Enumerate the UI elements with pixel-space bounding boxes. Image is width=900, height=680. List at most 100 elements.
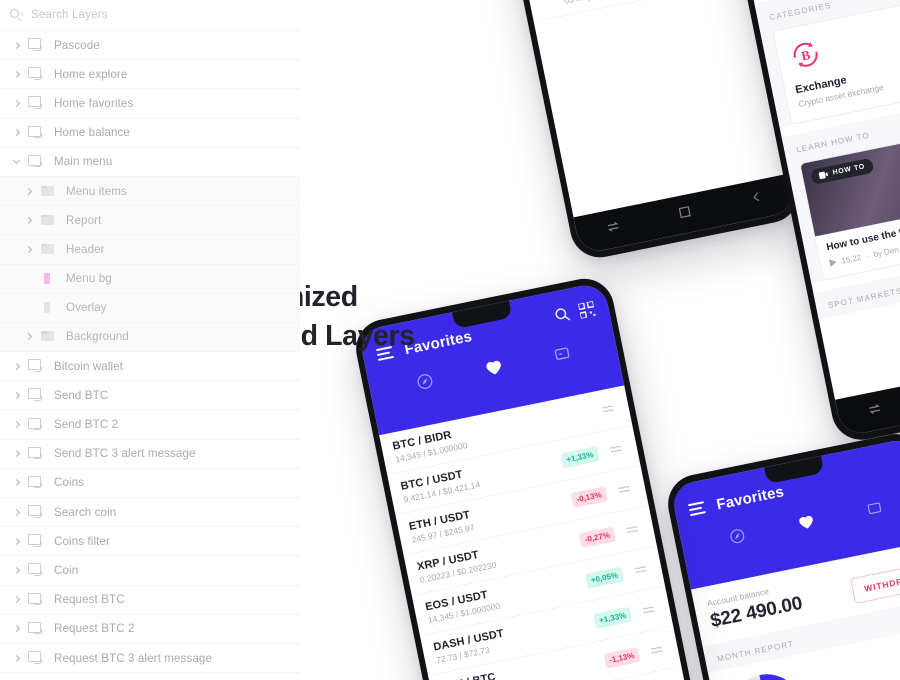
layer-row[interactable]: Send BTC 3 alert message (0, 439, 300, 469)
layer-row[interactable]: Home explore (0, 60, 300, 90)
play-small-icon (828, 259, 837, 268)
layer-row[interactable]: Background (0, 322, 300, 353)
chevron-right-icon[interactable] (6, 625, 26, 633)
chevron-right-icon[interactable] (6, 654, 26, 662)
layer-row[interactable]: Coin (0, 556, 300, 586)
layer-label: Home favorites (54, 96, 134, 110)
withdraw-button[interactable]: WITHDRAW (850, 562, 900, 605)
balance-screen-title: Favorites (714, 482, 786, 514)
screenshot-root: Send BTC11 July, 17:05- 0.043010 BTC- $9… (0, 0, 900, 680)
layer-row[interactable]: Request BTC (0, 585, 300, 615)
change-badge: -0,13% (570, 485, 608, 508)
layer-row[interactable]: Pascode (0, 31, 300, 61)
change-badge: -1,13% (602, 646, 641, 669)
layer-tree[interactable]: Pascode Home explore Home favorites Home ba… (0, 31, 300, 680)
donut-chart: +$52 (723, 667, 810, 680)
card-icon[interactable] (866, 500, 884, 521)
layer-row[interactable]: Home favorites (0, 89, 300, 119)
layer-label: Bitcoin wallet (54, 359, 124, 373)
qr-code-icon[interactable] (577, 300, 597, 324)
layer-row[interactable]: Send BTC 2 (0, 410, 300, 440)
transaction-date: 03 May, 13:01 (563, 0, 665, 6)
chevron-right-icon[interactable] (6, 41, 26, 49)
android-navbar-3[interactable] (835, 355, 900, 438)
layer-label: Overlay (66, 301, 107, 315)
compass-icon[interactable] (415, 372, 436, 397)
folder-icon (38, 329, 58, 345)
chevron-right-icon[interactable] (6, 479, 26, 487)
layer-row[interactable]: Search coin (0, 498, 300, 528)
layer-label: Request BTC 3 alert message (54, 651, 212, 665)
chevron-right-icon[interactable] (18, 187, 38, 195)
transaction-row[interactable]: Recieve BTC03 May, 13:01+ 0.0715 BTC+ $6… (524, 0, 750, 23)
chevron-right-icon[interactable] (6, 99, 26, 108)
chevron-right-icon[interactable] (6, 129, 26, 137)
compass-icon[interactable] (727, 527, 747, 551)
chevron-right-icon[interactable] (6, 566, 26, 575)
layer-label: Menu bg (66, 272, 112, 286)
artboard-icon (26, 37, 46, 53)
chevron-right-icon[interactable] (6, 450, 26, 458)
sparkline-icon (641, 599, 660, 620)
recents-icon[interactable] (605, 218, 623, 239)
chevron-right-icon[interactable] (18, 333, 38, 341)
layer-label: Coins (54, 476, 85, 490)
artboard-icon (26, 154, 46, 170)
layer-row[interactable]: Menu items (0, 176, 300, 207)
menu-icon[interactable] (687, 501, 707, 517)
chevron-down-icon[interactable] (6, 157, 26, 165)
heart-icon[interactable] (485, 359, 505, 382)
layer-row[interactable]: Coins (0, 468, 300, 498)
android-navbar[interactable] (573, 173, 797, 255)
layer-row[interactable]: Coins filter (0, 527, 300, 557)
folder-icon (38, 241, 58, 257)
chevron-right-icon[interactable] (6, 420, 26, 429)
search-input[interactable] (31, 9, 261, 21)
search-icon[interactable] (554, 306, 573, 329)
change-badge: -0,27% (578, 525, 616, 548)
layer-label: Send BTC 2 (54, 418, 119, 432)
chevron-right-icon[interactable] (6, 362, 26, 370)
layer-row[interactable]: Report (0, 206, 300, 236)
chevron-right-icon[interactable] (6, 537, 26, 545)
layer-row[interactable]: Home balance (0, 118, 300, 148)
layer-row[interactable]: Overlay (0, 293, 300, 323)
artboard-icon (26, 95, 46, 111)
artboard-icon (26, 417, 46, 433)
layer-row[interactable]: Request BTC 2 (0, 614, 300, 644)
card-icon[interactable] (553, 345, 572, 368)
chevron-right-icon[interactable] (6, 391, 26, 399)
phone4-screen: Favorites Account balance $22 490.00 WIT… (670, 436, 900, 680)
sparkline-icon (600, 398, 619, 419)
phone-mockup-balance: Favorites Account balance $22 490.00 WIT… (662, 428, 900, 680)
layer-row[interactable]: Header (0, 235, 300, 265)
sparkline-icon (608, 439, 627, 460)
layer-row[interactable]: Menu bg (0, 264, 300, 294)
howto-chip-label: HOW TO (832, 163, 866, 178)
search-layers-row[interactable] (0, 0, 300, 31)
change-badge: +0,05% (584, 566, 625, 589)
recents-icon[interactable] (866, 400, 884, 421)
layer-row[interactable]: Bitcoin wallet (0, 352, 300, 382)
chevron-right-icon[interactable] (6, 596, 26, 604)
layer-row[interactable]: Main menu (0, 147, 300, 177)
layer-row[interactable]: Send BTC (0, 381, 300, 411)
transaction-list[interactable]: Send BTC11 July, 17:05- 0.043010 BTC- $9… (475, 0, 750, 23)
chevron-right-icon[interactable] (6, 508, 26, 516)
transfer-arrows-icon (537, 0, 556, 5)
home-icon[interactable] (678, 204, 693, 224)
chevron-right-icon[interactable] (18, 216, 38, 224)
layer-row[interactable]: Request BTC 3 alert message (0, 643, 300, 674)
heart-icon[interactable] (797, 514, 815, 536)
chevron-right-icon[interactable] (18, 245, 38, 253)
favorites-pair-list[interactable]: BTC / BIDR14,345 / $1.0000000BTC / USDT9… (379, 385, 690, 680)
chevron-right-icon[interactable] (6, 70, 26, 78)
layer-label: Coins filter (54, 534, 110, 548)
layer-row[interactable]: BTC Address (0, 673, 300, 680)
back-icon[interactable] (749, 189, 765, 209)
layer-label: Request BTC 2 (54, 622, 135, 636)
artboard-icon (26, 504, 46, 520)
artboard-icon (26, 562, 46, 578)
artboard-icon (26, 66, 46, 82)
phone1-screen: Send BTC11 July, 17:05- 0.043010 BTC- $9… (475, 0, 797, 255)
